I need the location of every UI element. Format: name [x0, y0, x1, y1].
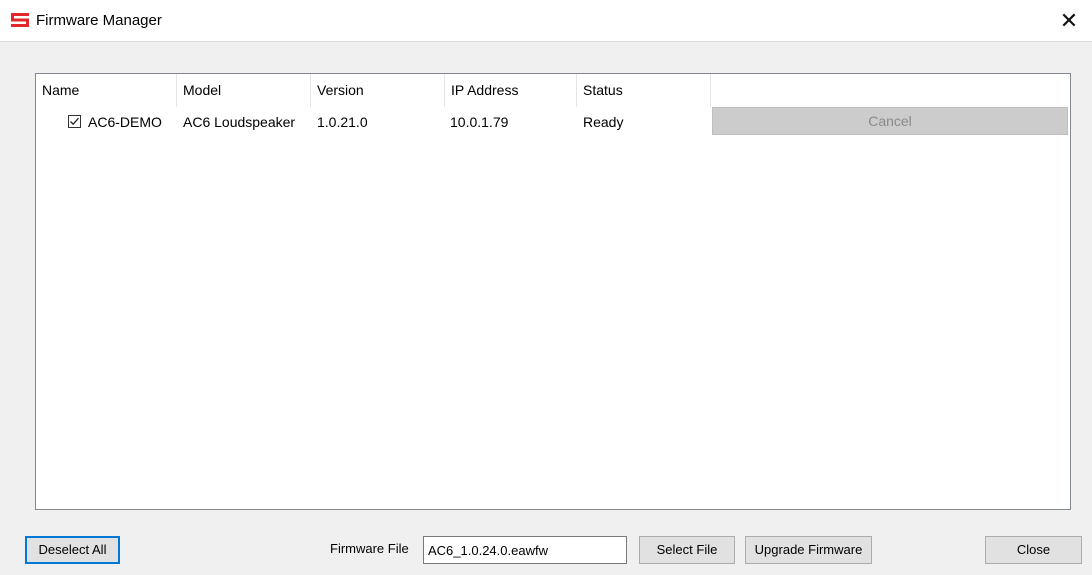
check-mark-icon — [70, 117, 79, 126]
column-header-name[interactable]: Name — [36, 74, 177, 107]
column-header-version[interactable]: Version — [311, 74, 445, 107]
cancel-upgrade-button[interactable]: Cancel — [712, 107, 1068, 135]
device-list-panel: Name Model Version IP Address Status AC6… — [35, 73, 1071, 510]
window-title: Firmware Manager — [36, 12, 162, 29]
select-file-button[interactable]: Select File — [639, 536, 735, 564]
table-row[interactable]: AC6-DEMO AC6 Loudspeaker 1.0.21.0 10.0.1… — [36, 107, 1070, 137]
device-model: AC6 Loudspeaker — [183, 114, 296, 130]
device-version: 1.0.21.0 — [317, 114, 368, 130]
firmware-file-input[interactable] — [423, 536, 627, 564]
table-header: Name Model Version IP Address Status — [36, 74, 1070, 107]
device-name: AC6-DEMO — [88, 114, 162, 130]
close-button[interactable]: Close — [985, 536, 1082, 564]
deselect-all-button[interactable]: Deselect All — [25, 536, 120, 564]
column-header-model[interactable]: Model — [177, 74, 311, 107]
upgrade-firmware-button[interactable]: Upgrade Firmware — [745, 536, 872, 564]
column-header-ip-address[interactable]: IP Address — [445, 74, 577, 107]
app-logo-icon — [11, 13, 29, 27]
device-select-checkbox[interactable] — [68, 115, 81, 128]
title-bar: Firmware Manager ✕ — [0, 0, 1092, 42]
column-header-status[interactable]: Status — [577, 74, 711, 107]
device-status: Ready — [583, 114, 624, 130]
firmware-file-label: Firmware File — [330, 541, 409, 556]
window-close-icon[interactable]: ✕ — [1046, 0, 1092, 42]
device-ip-address: 10.0.1.79 — [450, 114, 509, 130]
